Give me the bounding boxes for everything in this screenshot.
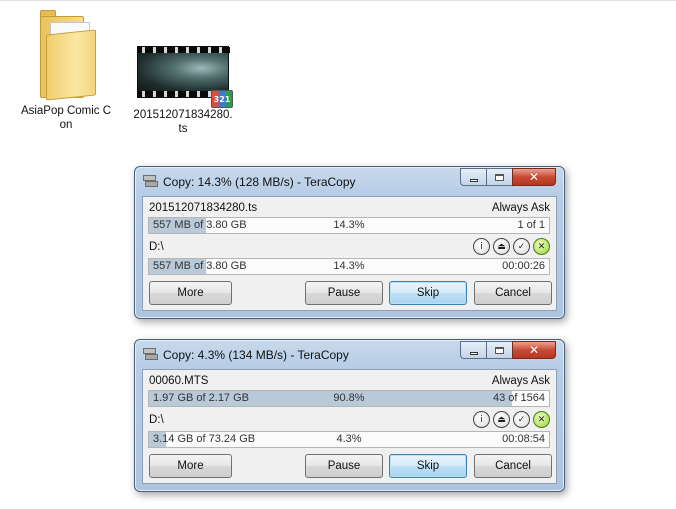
window-title: Copy: 14.3% (128 MB/s) - TeraCopy <box>163 175 356 189</box>
cancel-button[interactable]: Cancel <box>474 281 552 305</box>
minimize-icon <box>469 178 478 182</box>
desktop-icon-label: 201512071834280.ts <box>133 109 233 135</box>
close-green-icon[interactable]: ✕ <box>533 411 550 428</box>
title-bar[interactable]: Copy: 14.3% (128 MB/s) - TeraCopy ✕ <box>135 167 564 197</box>
skip-button[interactable]: Skip <box>389 454 467 478</box>
folder-icon <box>36 8 96 101</box>
overwrite-mode-link[interactable]: Always Ask <box>492 202 550 214</box>
eject-icon[interactable]: ⏏ <box>493 238 510 255</box>
maximize-button[interactable] <box>486 168 512 186</box>
more-button[interactable]: More <box>149 281 232 305</box>
pause-button[interactable]: Pause <box>305 281 383 305</box>
window-top-edge <box>0 0 676 1</box>
total-progress-bar: 3.14 GB of 73.24 GB 4.3% 00:08:54 <box>148 431 550 448</box>
time-remaining: 00:00:26 <box>502 260 545 272</box>
current-file-name: 00060.MTS <box>149 375 209 387</box>
close-button[interactable]: ✕ <box>512 341 556 359</box>
teracopy-app-icon <box>143 175 159 189</box>
maximize-icon <box>495 346 504 354</box>
check-icon[interactable]: ✓ <box>513 411 530 428</box>
destination-path: D:\ <box>149 241 164 253</box>
close-icon: ✕ <box>528 170 540 184</box>
file-count: 43 of 1564 <box>493 392 545 404</box>
file-progress-percent: 90.8% <box>333 392 365 404</box>
close-button[interactable]: ✕ <box>512 168 556 186</box>
maximize-button[interactable] <box>486 341 512 359</box>
current-file-name: 201512071834280.ts <box>149 202 258 214</box>
close-icon: ✕ <box>528 343 540 357</box>
minimize-icon <box>469 351 478 355</box>
more-button[interactable]: More <box>149 454 232 478</box>
window-client-area: 201512071834280.ts Always Ask 557 MB of … <box>142 196 557 311</box>
file-progress-bar: 1.97 GB of 2.17 GB 90.8% 43 of 1564 <box>148 390 550 407</box>
video-file-icon: 321 <box>135 42 233 108</box>
total-progress-percent: 4.3% <box>336 433 362 445</box>
teracopy-app-icon <box>143 348 159 362</box>
window-title: Copy: 4.3% (134 MB/s) - TeraCopy <box>163 348 349 362</box>
title-bar[interactable]: Copy: 4.3% (134 MB/s) - TeraCopy ✕ <box>135 340 564 370</box>
info-icon[interactable]: i <box>473 238 490 255</box>
minimize-button[interactable] <box>460 341 486 359</box>
media-player-badge-icon: 321 <box>211 90 233 108</box>
pause-button[interactable]: Pause <box>305 454 383 478</box>
check-icon[interactable]: ✓ <box>513 238 530 255</box>
close-green-icon[interactable]: ✕ <box>533 238 550 255</box>
teracopy-window[interactable]: Copy: 4.3% (134 MB/s) - TeraCopy ✕ 00060… <box>134 339 565 492</box>
teracopy-window[interactable]: Copy: 14.3% (128 MB/s) - TeraCopy ✕ 2015… <box>134 166 565 319</box>
info-icon[interactable]: i <box>473 411 490 428</box>
destination-path: D:\ <box>149 414 164 426</box>
total-progress-percent: 14.3% <box>333 260 365 272</box>
window-client-area: 00060.MTS Always Ask 1.97 GB of 2.17 GB … <box>142 369 557 484</box>
cancel-button[interactable]: Cancel <box>474 454 552 478</box>
eject-icon[interactable]: ⏏ <box>493 411 510 428</box>
desktop-icon-folder[interactable]: AsiaPop Comic Con <box>18 8 114 132</box>
time-remaining: 00:08:54 <box>502 433 545 445</box>
skip-button[interactable]: Skip <box>389 281 467 305</box>
desktop-icon-video[interactable]: 321 201512071834280.ts <box>133 42 233 136</box>
file-count: 1 of 1 <box>517 219 545 231</box>
total-progress-bar: 557 MB of 3.80 GB 14.3% 00:00:26 <box>148 258 550 275</box>
file-progress-percent: 14.3% <box>333 219 365 231</box>
desktop-icon-label: AsiaPop Comic Con <box>20 105 112 131</box>
minimize-button[interactable] <box>460 168 486 186</box>
file-progress-bar: 557 MB of 3.80 GB 14.3% 1 of 1 <box>148 217 550 234</box>
maximize-icon <box>495 173 504 181</box>
overwrite-mode-link[interactable]: Always Ask <box>492 375 550 387</box>
